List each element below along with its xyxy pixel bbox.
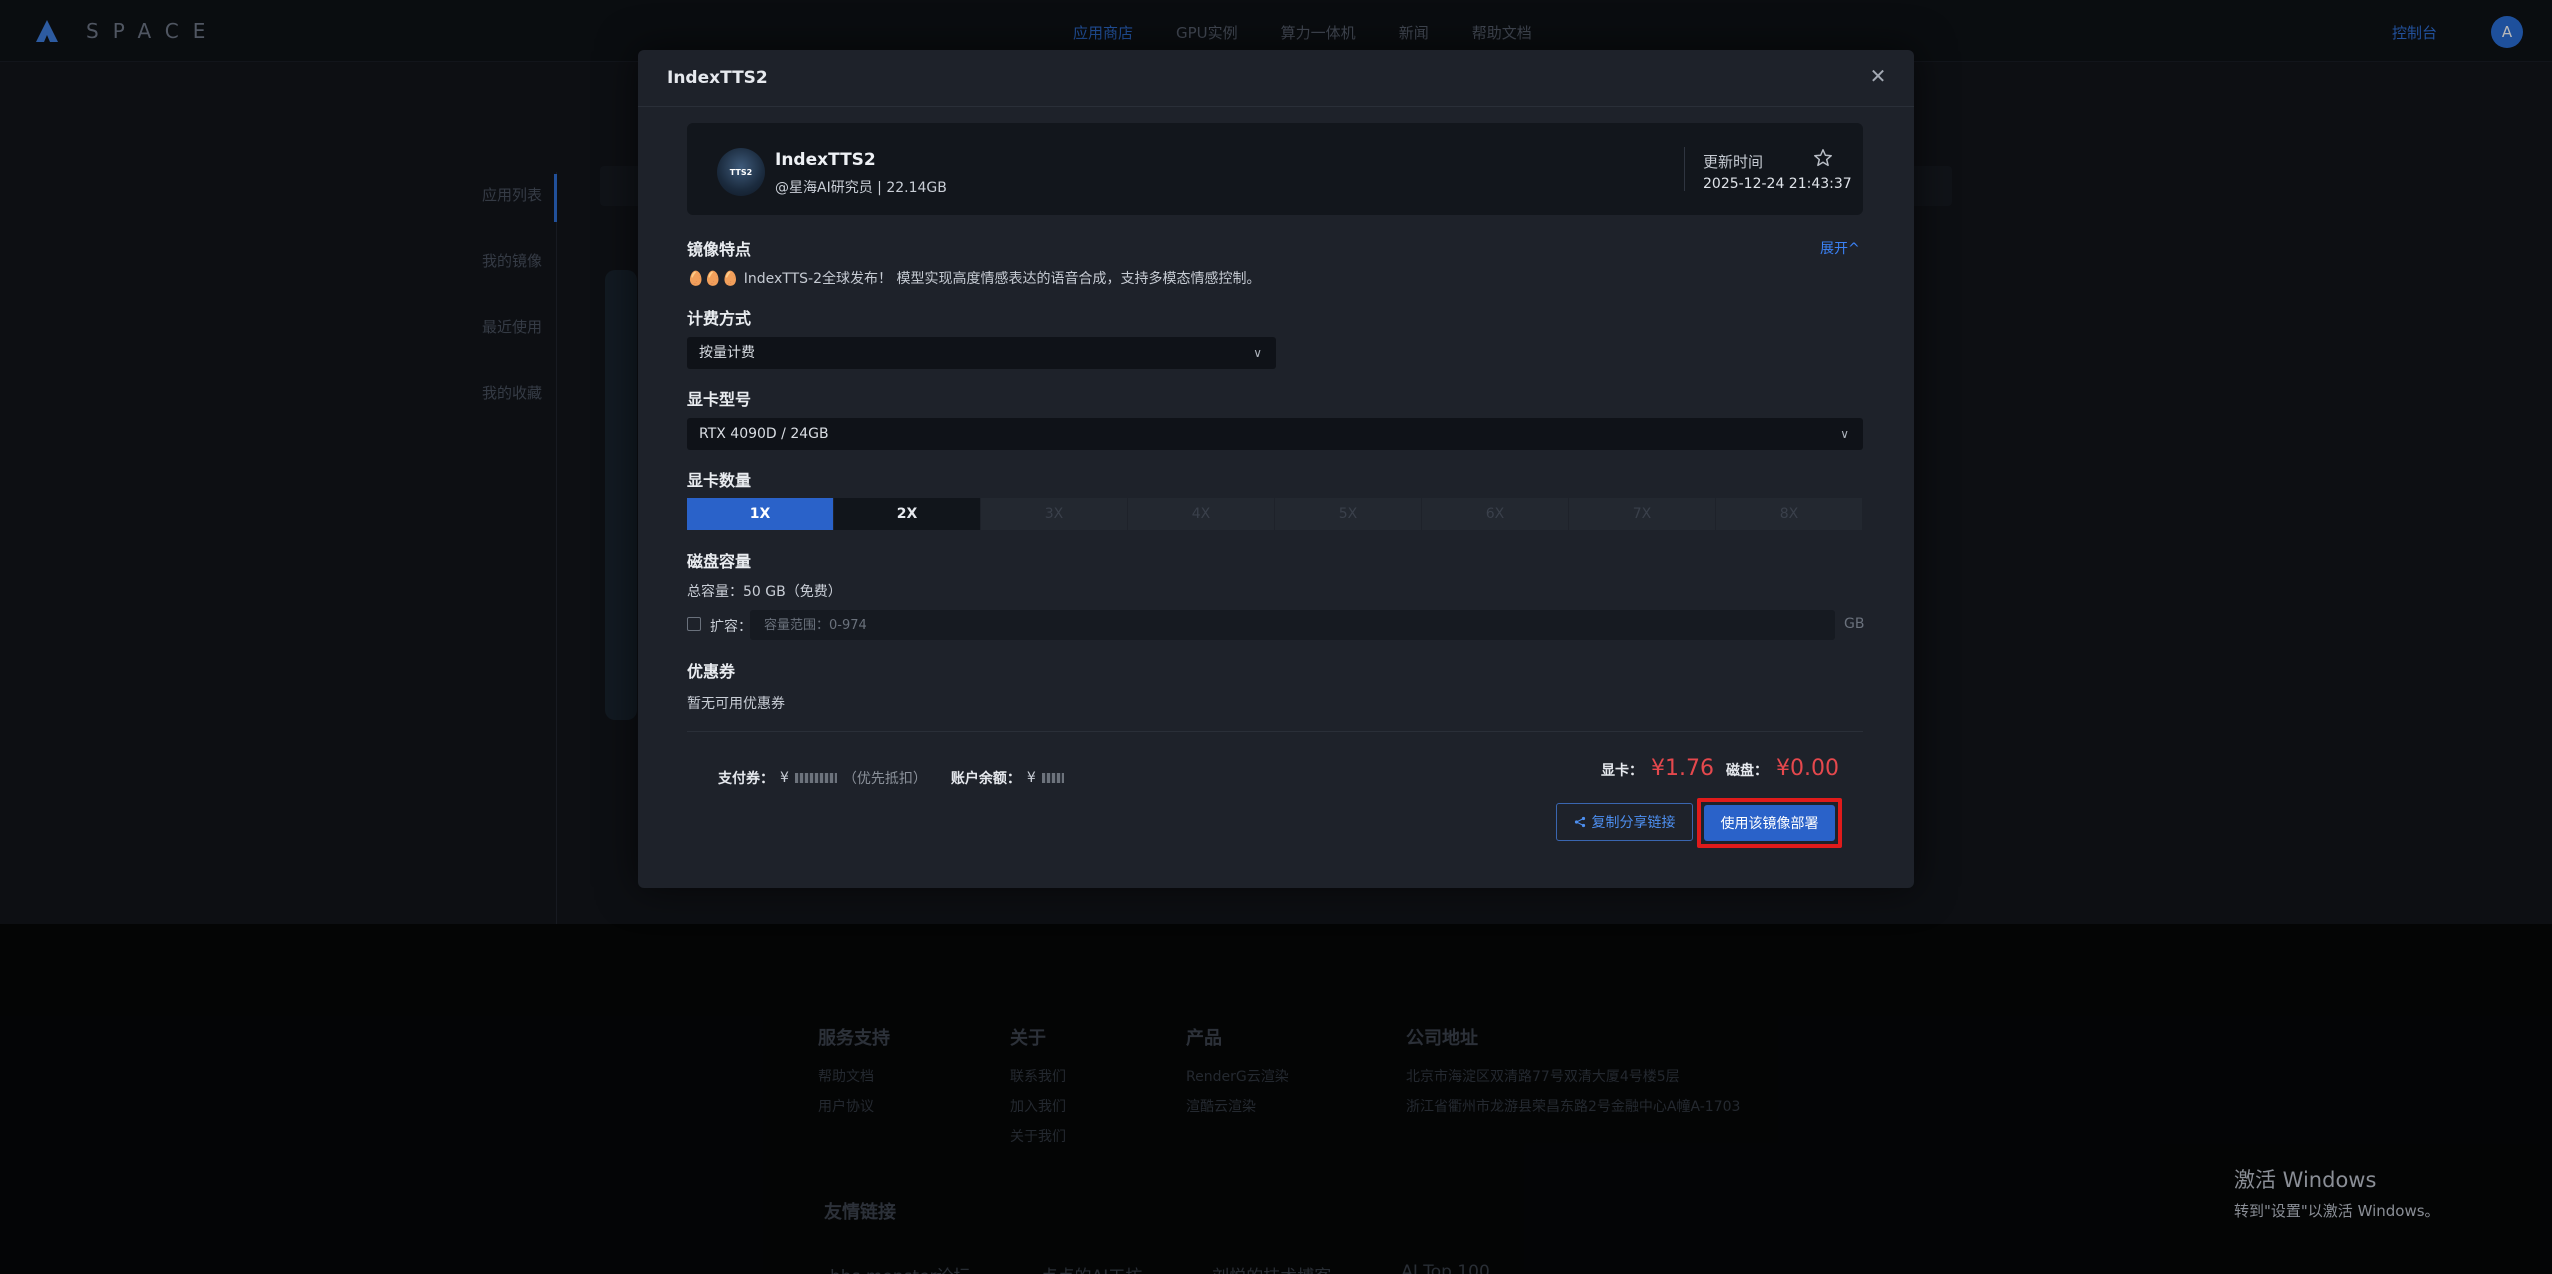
- gpu-model-title: 显卡型号: [687, 390, 752, 409]
- star-icon[interactable]: [1812, 147, 1834, 169]
- modal-header: IndexTTS2 ✕: [638, 50, 1914, 107]
- app-thumbnail-text: TTS2: [729, 167, 753, 177]
- balance-label: 账户余额：: [950, 771, 1021, 787]
- chevron-down-icon: ∨: [1253, 346, 1262, 360]
- disk-unit: GB: [1844, 616, 1865, 632]
- updated-label: 更新时间: [1703, 153, 1764, 171]
- windows-activation-watermark: 激活 Windows 转到"设置"以激活 Windows。: [2234, 1164, 2440, 1221]
- gpu-price-label: 显卡：: [1601, 763, 1643, 779]
- billing-selected: 按量计费: [699, 345, 755, 361]
- disk-expand-input[interactable]: [750, 610, 1835, 640]
- gpu-count-title: 显卡数量: [687, 471, 752, 490]
- deploy-modal: IndexTTS2 ✕ TTS2 IndexTTS2 @星海AI研究员 | 22…: [638, 50, 1914, 888]
- copy-share-link-button[interactable]: 复制分享链接: [1556, 803, 1693, 841]
- disk-price-label: 磁盘：: [1726, 763, 1768, 779]
- app-name: IndexTTS2: [775, 150, 876, 170]
- windows-activation-hint: 转到"设置"以激活 Windows。: [2234, 1202, 2440, 1220]
- modal-title: IndexTTS2: [667, 68, 768, 88]
- disk-price-value: ¥0.00: [1776, 756, 1839, 781]
- expand-label: 扩容：: [710, 619, 752, 635]
- gpu-price: 显卡： ¥1.76: [1601, 756, 1714, 781]
- gpu-price-value: ¥1.76: [1651, 756, 1714, 781]
- share-icon: [1574, 816, 1585, 828]
- gpu-count-segmented: 1X 2X 3X 4X 5X 6X 7X 8X: [687, 498, 1863, 530]
- app-thumbnail: TTS2: [717, 148, 765, 196]
- divider: [687, 731, 1863, 732]
- coupon-empty: 暂无可用优惠券: [687, 696, 785, 712]
- balance-amount-masked: [1041, 773, 1064, 783]
- updated-time: 2025-12-24 21:43:37: [1703, 176, 1852, 192]
- voucher-note: （优先抵扣）: [842, 771, 927, 787]
- voucher-currency: ¥: [780, 770, 789, 786]
- windows-activation-title: 激活 Windows: [2234, 1168, 2377, 1192]
- card-divider: [1684, 147, 1685, 191]
- app-info-card: TTS2 IndexTTS2 @星海AI研究员 | 22.14GB 更新时间 2…: [687, 123, 1863, 215]
- gpu-count-option: 8X: [1716, 498, 1863, 530]
- disk-price: 磁盘： ¥0.00: [1726, 756, 1839, 781]
- gpu-count-option[interactable]: 2X: [834, 498, 981, 530]
- deploy-image-button[interactable]: 使用该镜像部署: [1704, 805, 1835, 841]
- billing-title: 计费方式: [687, 309, 752, 328]
- gpu-count-option: 7X: [1569, 498, 1716, 530]
- gpu-count-option: 4X: [1128, 498, 1275, 530]
- gpu-count-option: 3X: [981, 498, 1128, 530]
- voucher-label: 支付券：: [718, 771, 774, 787]
- features-text: 🥚🥚🥚 IndexTTS-2全球发布！ 模型实现高度情感表达的语音合成，支持多模…: [687, 271, 1261, 287]
- features-title: 镜像特点: [687, 240, 752, 259]
- voucher-amount-masked: [794, 773, 837, 783]
- deploy-button-highlight: 使用该镜像部署: [1697, 798, 1842, 848]
- balance-currency: ¥: [1026, 770, 1036, 786]
- billing-select[interactable]: 按量计费 ∨: [687, 337, 1276, 369]
- gpu-count-option: 6X: [1422, 498, 1569, 530]
- gpu-model-selected: RTX 4090D / 24GB: [699, 426, 829, 442]
- gpu-model-select[interactable]: RTX 4090D / 24GB ∨: [687, 418, 1863, 450]
- gpu-count-option[interactable]: 1X: [687, 498, 834, 530]
- copy-share-link-label: 复制分享链接: [1591, 815, 1676, 831]
- gpu-count-option: 5X: [1275, 498, 1422, 530]
- chevron-down-icon: ∨: [1840, 427, 1849, 441]
- disk-total: 总容量：50 GB（免费）: [687, 584, 842, 600]
- coupon-title: 优惠券: [687, 662, 736, 681]
- expand-checkbox[interactable]: [687, 617, 701, 631]
- app-meta: @星海AI研究员 | 22.14GB: [775, 180, 947, 196]
- close-icon[interactable]: ✕: [1866, 64, 1890, 88]
- disk-title: 磁盘容量: [687, 552, 752, 571]
- payment-info: 支付券： ¥ （优先抵扣） 账户余额： ¥: [718, 768, 1064, 788]
- expand-toggle[interactable]: 展开^: [1820, 238, 1860, 258]
